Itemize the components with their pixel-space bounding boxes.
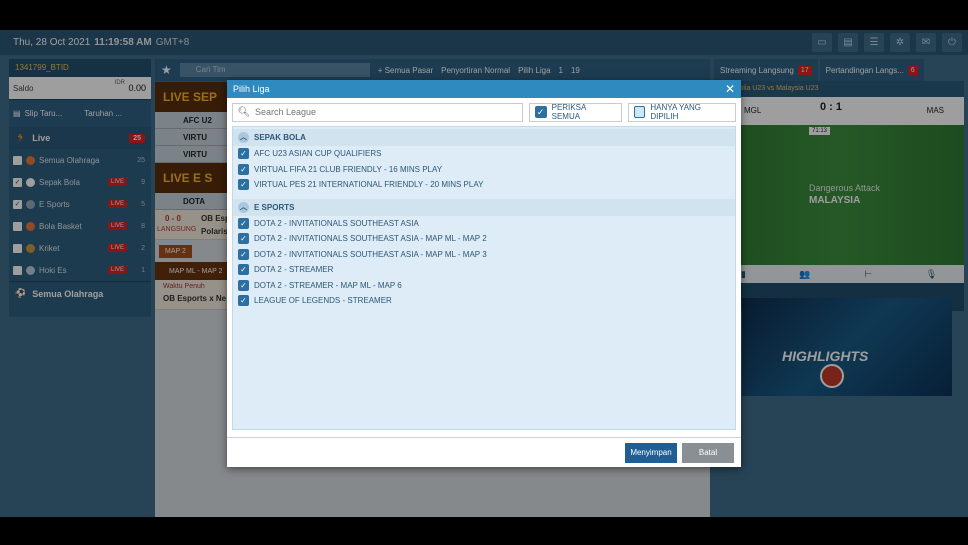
check-all-label: PERIKSA SEMUA [551,103,586,121]
league-name: VIRTUAL PES 21 INTERNATIONAL FRIENDLY - … [254,180,484,190]
league-checkbox[interactable]: ✓ [238,279,249,291]
modal-toolbar: 🔍︎ ✓ PERIKSA SEMUA HANYA YANG DIPILIH [227,98,741,126]
league-name: DOTA 2 - INVITATIONALS SOUTHEAST ASIA - … [254,234,487,244]
league-name: DOTA 2 - INVITATIONALS SOUTHEAST ASIA - … [254,249,487,259]
modal-footer: Menyimpan Batal [227,437,741,467]
modal-header: Pilih Liga ✕ [227,80,741,98]
only-selected-toggle[interactable]: HANYA YANG DIPILIH [627,102,736,122]
league-checkbox[interactable]: ✓ [238,179,249,191]
league-item[interactable]: ✓ DOTA 2 - INVITATIONALS SOUTHEAST ASIA -… [233,231,735,247]
league-checkbox[interactable]: ✓ [238,163,249,175]
league-item[interactable]: ✓ DOTA 2 - STREAMER - MAP ML - MAP 6 [233,278,735,294]
only-selected-label: HANYA YANG DIPILIH [650,103,702,121]
league-checkbox[interactable]: ✓ [238,248,249,260]
league-name: VIRTUAL FIFA 21 CLUB FRIENDLY - 16 MINS … [254,164,443,174]
league-group-esports[interactable]: ︿ E SPORTS [233,198,735,216]
league-item[interactable]: ✓ DOTA 2 - INVITATIONALS SOUTHEAST ASIA [233,216,735,232]
check-all-toggle[interactable]: ✓ PERIKSA SEMUA [528,102,622,122]
league-checkbox[interactable]: ✓ [238,148,249,160]
league-item[interactable]: ✓ LEAGUE OF LEGENDS - STREAMER [233,293,735,309]
league-item[interactable]: ✓ AFC U23 ASIAN CUP QUALIFIERS [233,146,735,162]
league-item[interactable]: ✓ DOTA 2 - INVITATIONALS SOUTHEAST ASIA -… [233,247,735,263]
league-search-input[interactable] [255,107,515,117]
close-icon[interactable]: ✕ [725,81,735,97]
chevron-up-icon[interactable]: ︿ [238,201,249,213]
league-select-modal: Pilih Liga ✕ 🔍︎ ✓ PERIKSA SEMUA HANYA YA… [227,80,741,467]
league-name: DOTA 2 - INVITATIONALS SOUTHEAST ASIA [254,218,419,228]
only-selected-checkbox[interactable] [633,106,646,118]
league-checkbox[interactable]: ✓ [238,233,249,245]
league-name: AFC U23 ASIAN CUP QUALIFIERS [254,149,382,159]
league-checkbox[interactable]: ✓ [238,295,249,307]
save-button[interactable]: Menyimpan [625,442,677,463]
group-name: SEPAK BOLA [254,133,306,142]
league-item[interactable]: ✓ VIRTUAL FIFA 21 CLUB FRIENDLY - 16 MINS… [233,162,735,178]
league-checkbox[interactable]: ✓ [238,264,249,276]
league-group-soccer[interactable]: ︿ SEPAK BOLA [233,129,735,146]
check-all-checkbox[interactable]: ✓ [534,106,547,118]
league-name: DOTA 2 - STREAMER - MAP ML - MAP 6 [254,280,402,290]
league-name: DOTA 2 - STREAMER [254,265,334,275]
cancel-button[interactable]: Batal [682,442,734,463]
modal-title: Pilih Liga [233,84,270,94]
league-search-field[interactable]: 🔍︎ [232,102,523,122]
league-checkbox[interactable]: ✓ [238,217,249,229]
chevron-up-icon[interactable]: ︿ [238,132,249,143]
search-icon: 🔍︎ [237,106,251,118]
group-name: E SPORTS [254,202,295,212]
league-name: LEAGUE OF LEGENDS - STREAMER [254,296,392,306]
league-item[interactable]: ✓ DOTA 2 - STREAMER [233,262,735,278]
league-item[interactable]: ✓ VIRTUAL PES 21 INTERNATIONAL FRIENDLY -… [233,177,735,193]
league-list: ︿ SEPAK BOLA ✓ AFC U23 ASIAN CUP QUALIFIER… [232,126,736,430]
